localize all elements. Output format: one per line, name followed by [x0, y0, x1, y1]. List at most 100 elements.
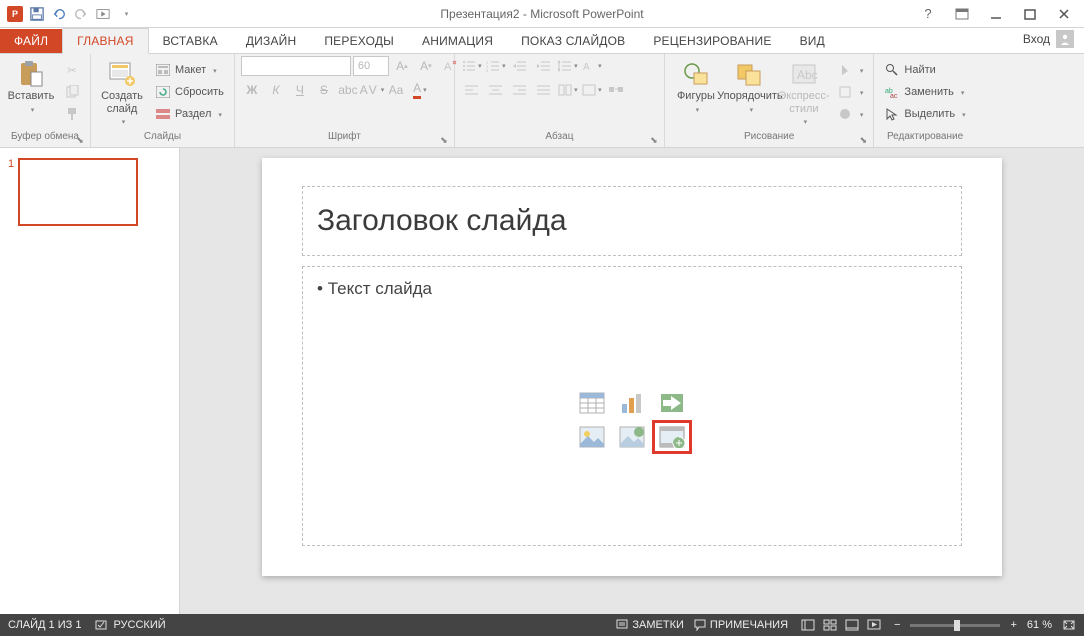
- reset-button[interactable]: Сбросить: [151, 82, 228, 102]
- zoom-in-button[interactable]: +: [1010, 619, 1016, 631]
- slide[interactable]: Заголовок слайда Текст слайда: [262, 158, 1002, 576]
- text-direction-icon[interactable]: A: [581, 56, 603, 76]
- strike-button[interactable]: S: [313, 80, 335, 100]
- content-placeholder[interactable]: Текст слайда: [302, 266, 962, 546]
- line-spacing-icon[interactable]: [557, 56, 579, 76]
- decrease-indent-icon[interactable]: [509, 56, 531, 76]
- zoom-thumb[interactable]: [954, 620, 960, 631]
- notes-button[interactable]: ЗАМЕТКИ: [616, 619, 684, 631]
- redo-icon[interactable]: [72, 5, 90, 23]
- select-icon: [884, 106, 900, 122]
- clipboard-launcher-icon[interactable]: ⬊: [74, 134, 86, 146]
- tab-animations[interactable]: АНИМАЦИЯ: [408, 29, 507, 53]
- slide-counter[interactable]: СЛАЙД 1 ИЗ 1: [8, 619, 81, 631]
- insert-video-icon[interactable]: [654, 422, 690, 452]
- font-color-button[interactable]: A: [409, 80, 431, 100]
- cut-button[interactable]: ✂: [60, 60, 84, 80]
- start-from-beginning-icon[interactable]: [94, 5, 112, 23]
- qat-customize-icon[interactable]: [116, 5, 134, 23]
- thumbnail-preview[interactable]: [18, 158, 138, 226]
- copy-button[interactable]: [60, 82, 84, 102]
- sign-in-link[interactable]: Вход: [1013, 25, 1084, 53]
- align-left-icon[interactable]: [461, 80, 483, 100]
- align-right-icon[interactable]: [509, 80, 531, 100]
- replace-button[interactable]: abacЗаменить: [880, 82, 969, 102]
- font-size-combo[interactable]: 60: [353, 56, 389, 76]
- maximize-icon[interactable]: [1018, 4, 1042, 24]
- thumbnail-pane[interactable]: 1: [0, 148, 180, 614]
- find-button[interactable]: Найти: [880, 60, 969, 80]
- underline-button[interactable]: Ч: [289, 80, 311, 100]
- text-shadow-button[interactable]: abc: [337, 80, 359, 100]
- normal-view-icon[interactable]: [798, 617, 818, 633]
- zoom-slider[interactable]: [910, 624, 1000, 627]
- insert-pictures-icon[interactable]: [574, 422, 610, 452]
- tab-home[interactable]: ГЛАВНАЯ: [62, 28, 148, 54]
- section-button[interactable]: Раздел: [151, 104, 228, 124]
- comments-button[interactable]: ПРИМЕЧАНИЯ: [694, 619, 788, 631]
- save-icon[interactable]: [28, 5, 46, 23]
- ribbon-display-options-icon[interactable]: [950, 4, 974, 24]
- insert-chart-icon[interactable]: [614, 388, 650, 418]
- svg-text:ac: ac: [890, 93, 898, 99]
- increase-indent-icon[interactable]: [533, 56, 555, 76]
- select-button[interactable]: Выделить: [880, 104, 969, 124]
- paragraph-launcher-icon[interactable]: ⬊: [648, 134, 660, 146]
- drawing-launcher-icon[interactable]: ⬊: [857, 134, 869, 146]
- numbering-button[interactable]: 123: [485, 56, 507, 76]
- insert-smartart-icon[interactable]: [654, 388, 690, 418]
- insert-table-icon[interactable]: [574, 388, 610, 418]
- align-text-icon[interactable]: [581, 80, 603, 100]
- minimize-icon[interactable]: [984, 4, 1008, 24]
- slide-canvas[interactable]: Заголовок слайда Текст слайда: [180, 148, 1084, 614]
- align-center-icon[interactable]: [485, 80, 507, 100]
- svg-text:3: 3: [486, 68, 489, 72]
- paste-button[interactable]: Вставить: [6, 56, 56, 115]
- justify-icon[interactable]: [533, 80, 555, 100]
- tab-file[interactable]: ФАЙЛ: [0, 29, 62, 53]
- reading-view-icon[interactable]: [842, 617, 862, 633]
- increase-font-icon[interactable]: A▴: [391, 56, 413, 76]
- font-name-combo[interactable]: [241, 56, 351, 76]
- sign-in-label: Вход: [1023, 32, 1050, 46]
- decrease-font-icon[interactable]: A▾: [415, 56, 437, 76]
- insert-online-pictures-icon[interactable]: [614, 422, 650, 452]
- quick-styles-button[interactable]: Abc Экспресс- стили: [779, 56, 829, 128]
- thumbnail-item[interactable]: 1: [8, 158, 171, 226]
- zoom-out-button[interactable]: −: [894, 619, 900, 631]
- language-indicator[interactable]: РУССКИЙ: [95, 619, 165, 631]
- shape-effects-button[interactable]: [833, 104, 868, 124]
- columns-icon[interactable]: [557, 80, 579, 100]
- tab-review[interactable]: РЕЦЕНЗИРОВАНИЕ: [639, 29, 785, 53]
- close-icon[interactable]: [1052, 4, 1076, 24]
- char-spacing-button[interactable]: AV: [361, 80, 383, 100]
- new-slide-icon: [108, 60, 136, 88]
- help-icon[interactable]: ?: [916, 4, 940, 24]
- format-painter-button[interactable]: [60, 104, 84, 124]
- smartart-convert-icon[interactable]: [605, 80, 627, 100]
- tab-slideshow[interactable]: ПОКАЗ СЛАЙДОВ: [507, 29, 639, 53]
- group-paragraph: 123 A Абзац⬊: [455, 54, 665, 147]
- font-launcher-icon[interactable]: ⬊: [438, 134, 450, 146]
- arrange-button[interactable]: Упорядочить: [725, 56, 775, 115]
- title-placeholder[interactable]: Заголовок слайда: [302, 186, 962, 256]
- italic-button[interactable]: К: [265, 80, 287, 100]
- sorter-view-icon[interactable]: [820, 617, 840, 633]
- zoom-level[interactable]: 61 %: [1027, 619, 1052, 631]
- tab-view[interactable]: ВИД: [786, 29, 839, 53]
- layout-button[interactable]: Макет: [151, 60, 228, 80]
- tab-design[interactable]: ДИЗАЙН: [232, 29, 311, 53]
- app-icon[interactable]: P: [6, 5, 24, 23]
- change-case-button[interactable]: Aa: [385, 80, 407, 100]
- undo-icon[interactable]: [50, 5, 68, 23]
- bullets-button[interactable]: [461, 56, 483, 76]
- new-slide-button[interactable]: Создать слайд: [97, 56, 147, 128]
- tab-transitions[interactable]: ПЕРЕХОДЫ: [310, 29, 408, 53]
- slideshow-view-icon[interactable]: [864, 617, 884, 633]
- bold-button[interactable]: Ж: [241, 80, 263, 100]
- fit-to-window-icon[interactable]: [1062, 619, 1076, 631]
- shapes-button[interactable]: Фигуры: [671, 56, 721, 115]
- shape-fill-button[interactable]: [833, 60, 868, 80]
- shape-outline-button[interactable]: [833, 82, 868, 102]
- tab-insert[interactable]: ВСТАВКА: [149, 29, 232, 53]
